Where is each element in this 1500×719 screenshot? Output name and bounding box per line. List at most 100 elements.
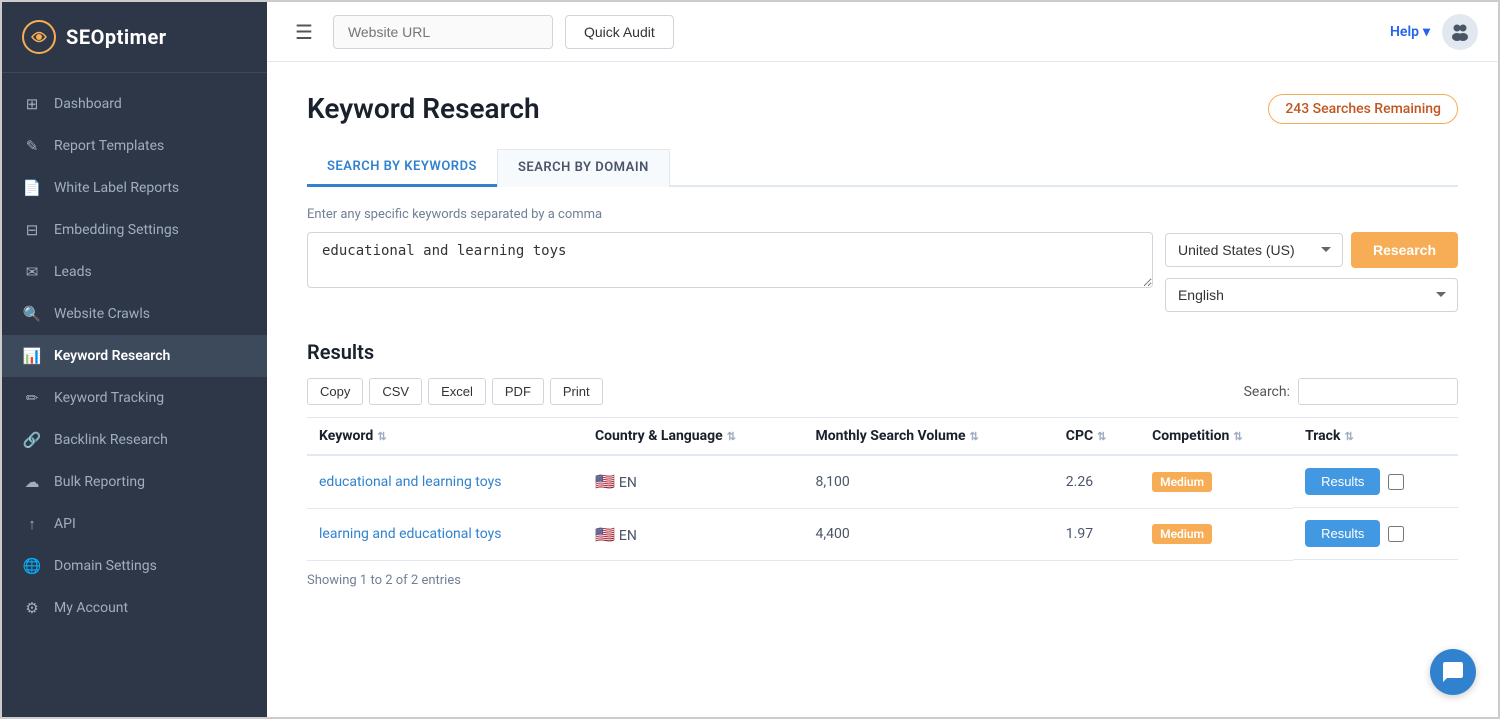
row-1-monthly-search-volume: 4,400: [803, 508, 1053, 560]
row-0-monthly-search-volume: 8,100: [803, 455, 1053, 508]
sidebar-nav: ⊞ Dashboard ✎Report Templates 📄 White Label …: [2, 73, 267, 717]
export-print-button[interactable]: Print: [550, 378, 603, 405]
row-0-country-language: 🇺🇸EN: [583, 455, 804, 508]
keyword-input-row: United States (US)United Kingdom (GB)Aus…: [307, 232, 1458, 312]
user-avatar[interactable]: [1442, 14, 1478, 50]
search-box-area: Search:: [1244, 378, 1458, 405]
competition-badge-1: Medium: [1152, 524, 1212, 544]
row-0-track: Results: [1293, 456, 1458, 508]
row-1-cpc: 1.97: [1054, 508, 1140, 560]
sidebar-item-leads[interactable]: ✉Leads: [2, 251, 267, 293]
table-search-input[interactable]: [1298, 378, 1458, 405]
sidebar-item-backlink-research[interactable]: 🔗 Backlink Research: [2, 419, 267, 461]
country-select[interactable]: United States (US)United Kingdom (GB)Aus…: [1165, 233, 1343, 267]
sidebar-item-bulk-reporting[interactable]: ☁Bulk Reporting: [2, 461, 267, 503]
results-button-1[interactable]: Results: [1305, 520, 1380, 547]
sidebar-item-dashboard[interactable]: ⊞ Dashboard: [2, 83, 267, 125]
dashboard-icon: ⊞: [22, 95, 42, 113]
sidebar-label-embedding-settings: Embedding Settings: [54, 222, 179, 238]
export-pdf-button[interactable]: PDF: [492, 378, 544, 405]
white-label-reports-icon: 📄: [22, 179, 42, 197]
results-toolbar: CopyCSVExcelPDFPrint Search:: [307, 378, 1458, 405]
results-title: Results: [307, 340, 1458, 364]
sidebar-label-website-crawls: Website Crawls: [54, 306, 150, 322]
sidebar-item-embedding-settings[interactable]: ⊟ Embedding Settings: [2, 209, 267, 251]
sidebar-label-bulk-reporting: Bulk Reporting: [54, 474, 145, 490]
page-content: Keyword Research 243 Searches Remaining …: [267, 62, 1498, 717]
row-1-country-language: 🇺🇸EN: [583, 508, 804, 560]
track-checkbox-1[interactable]: [1388, 526, 1404, 542]
backlink-research-icon: 🔗: [22, 431, 42, 449]
logo-text: SEOptimer: [66, 25, 167, 49]
column-header-competition[interactable]: Competition⇅: [1140, 418, 1293, 456]
domain-settings-icon: 🌐: [22, 557, 42, 575]
sidebar-item-api[interactable]: ↑ API: [2, 503, 267, 545]
language-code-0: EN: [619, 475, 637, 491]
flag-icon-1: 🇺🇸: [595, 525, 615, 544]
sort-icon-2: ⇅: [970, 430, 979, 443]
sidebar-item-keyword-tracking[interactable]: ✏Keyword Tracking: [2, 377, 267, 419]
export-buttons-group: CopyCSVExcelPDFPrint: [307, 378, 603, 405]
sidebar-item-report-templates[interactable]: ✎Report Templates: [2, 125, 267, 167]
hamburger-menu-icon[interactable]: ☰: [287, 16, 321, 48]
sidebar-label-api: API: [54, 516, 76, 532]
sidebar-item-domain-settings[interactable]: 🌐 Domain Settings: [2, 545, 267, 587]
row-0-competition: Medium: [1140, 455, 1293, 508]
column-header-cpc[interactable]: CPC⇅: [1054, 418, 1140, 456]
tab-search-by-domain[interactable]: SEARCH BY DOMAIN: [497, 149, 670, 187]
sidebar-item-website-crawls[interactable]: 🔍Website Crawls: [2, 293, 267, 335]
chat-widget[interactable]: [1430, 649, 1476, 695]
my-account-icon: ⚙: [22, 599, 42, 617]
table-body: educational and learning toys🇺🇸EN8,1002.…: [307, 455, 1458, 560]
sidebar-label-my-account: My Account: [54, 600, 128, 616]
search-label: Search:: [1244, 384, 1290, 400]
searches-remaining-badge: 243 Searches Remaining: [1268, 94, 1458, 124]
column-header-country---language[interactable]: Country & Language⇅: [583, 418, 804, 456]
table-head: Keyword⇅Country & Language⇅Monthly Searc…: [307, 418, 1458, 456]
tab-search-by-keywords[interactable]: SEARCH BY KEYWORDS: [307, 149, 497, 187]
sort-icon-0: ⇅: [377, 430, 386, 443]
language-code-1: EN: [619, 528, 637, 544]
results-button-0[interactable]: Results: [1305, 468, 1380, 495]
embedding-settings-icon: ⊟: [22, 221, 42, 239]
showing-text: Showing 1 to 2 of 2 entries: [307, 573, 1458, 588]
research-button[interactable]: Research: [1351, 232, 1458, 268]
sort-icon-5: ⇅: [1344, 430, 1353, 443]
sidebar-item-white-label-reports[interactable]: 📄 White Label Reports: [2, 167, 267, 209]
column-header-track[interactable]: Track⇅: [1293, 418, 1458, 456]
leads-icon: ✉: [22, 263, 42, 281]
track-checkbox-0[interactable]: [1388, 474, 1404, 490]
sidebar-label-keyword-tracking: Keyword Tracking: [54, 390, 164, 406]
api-icon: ↑: [22, 515, 42, 533]
sort-icon-1: ⇅: [727, 430, 736, 443]
sidebar-item-keyword-research[interactable]: 📊Keyword Research: [2, 335, 267, 377]
flag-icon-0: 🇺🇸: [595, 472, 615, 491]
report-templates-icon: ✎: [22, 137, 42, 155]
keyword-link-1[interactable]: learning and educational toys: [319, 526, 501, 542]
keyword-textarea[interactable]: [307, 232, 1153, 288]
results-table: Keyword⇅Country & Language⇅Monthly Searc…: [307, 417, 1458, 561]
keyword-research-icon: 📊: [22, 347, 42, 365]
table-header-row: Keyword⇅Country & Language⇅Monthly Searc…: [307, 418, 1458, 456]
right-controls: United States (US)United Kingdom (GB)Aus…: [1165, 232, 1458, 312]
export-csv-button[interactable]: CSV: [369, 378, 422, 405]
sidebar-item-my-account[interactable]: ⚙ My Account: [2, 587, 267, 629]
column-header-monthly-search-volume[interactable]: Monthly Search Volume⇅: [803, 418, 1053, 456]
export-copy-button[interactable]: Copy: [307, 378, 363, 405]
sidebar: SEOptimer ⊞ Dashboard ✎Report Templates 📄 Wh…: [2, 2, 267, 717]
logo: SEOptimer: [2, 2, 267, 73]
row-1-track: Results: [1293, 508, 1458, 560]
page-title: Keyword Research: [307, 92, 540, 125]
sidebar-label-white-label-reports: White Label Reports: [54, 180, 179, 196]
sidebar-label-backlink-research: Backlink Research: [54, 432, 168, 448]
website-url-input[interactable]: [333, 15, 553, 49]
column-header-keyword[interactable]: Keyword⇅: [307, 418, 583, 456]
keyword-link-0[interactable]: educational and learning toys: [319, 474, 501, 490]
export-excel-button[interactable]: Excel: [428, 378, 486, 405]
quick-audit-button[interactable]: Quick Audit: [565, 15, 674, 49]
table-row: educational and learning toys🇺🇸EN8,1002.…: [307, 455, 1458, 508]
language-select[interactable]: EnglishFrenchGermanSpanish: [1165, 278, 1458, 312]
sidebar-label-domain-settings: Domain Settings: [54, 558, 157, 574]
sidebar-label-dashboard: Dashboard: [54, 96, 122, 112]
help-button[interactable]: Help ▾: [1390, 24, 1430, 40]
